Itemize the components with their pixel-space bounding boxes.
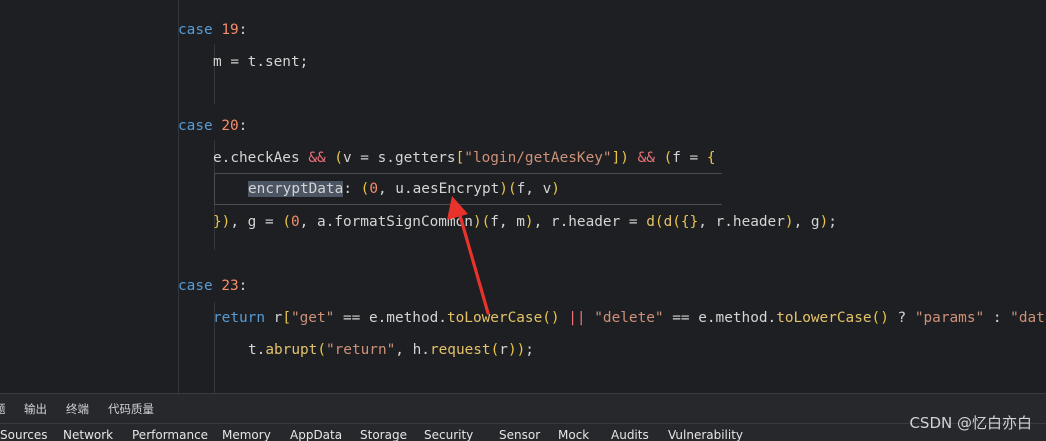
tab-vulnerability[interactable]: Vulnerability xyxy=(668,428,743,441)
devtools-tabs: Sources Network Performance Memory AppDa… xyxy=(0,423,1046,441)
tab-network[interactable]: Network xyxy=(63,428,113,441)
tab-terminal[interactable]: 终端 xyxy=(66,401,89,417)
tab-output[interactable]: 输出 xyxy=(24,401,47,417)
annotation-arrow xyxy=(447,196,490,315)
tab-audits[interactable]: Audits xyxy=(611,428,649,441)
tab-security[interactable]: Security xyxy=(424,428,473,441)
tab-memory[interactable]: Memory xyxy=(222,428,271,441)
tab-code-quality[interactable]: 代码质量 xyxy=(108,401,154,417)
code-editor[interactable]: case 19: m = t.sent; case 20: e.checkAes… xyxy=(0,0,1046,393)
tab-storage[interactable]: Storage xyxy=(360,428,407,441)
watermark: CSDN @忆白亦白 xyxy=(909,414,1032,432)
tab-performance[interactable]: Performance xyxy=(132,428,208,441)
tab-appdata[interactable]: AppData xyxy=(290,428,342,441)
tab-sources[interactable]: Sources xyxy=(0,428,47,441)
bottom-panel-tabs: 题 输出 终端 代码质量 xyxy=(0,393,1046,423)
tab-mock[interactable]: Mock xyxy=(558,428,589,441)
tab-sensor[interactable]: Sensor xyxy=(499,428,540,441)
tab-problems[interactable]: 题 xyxy=(0,401,6,417)
